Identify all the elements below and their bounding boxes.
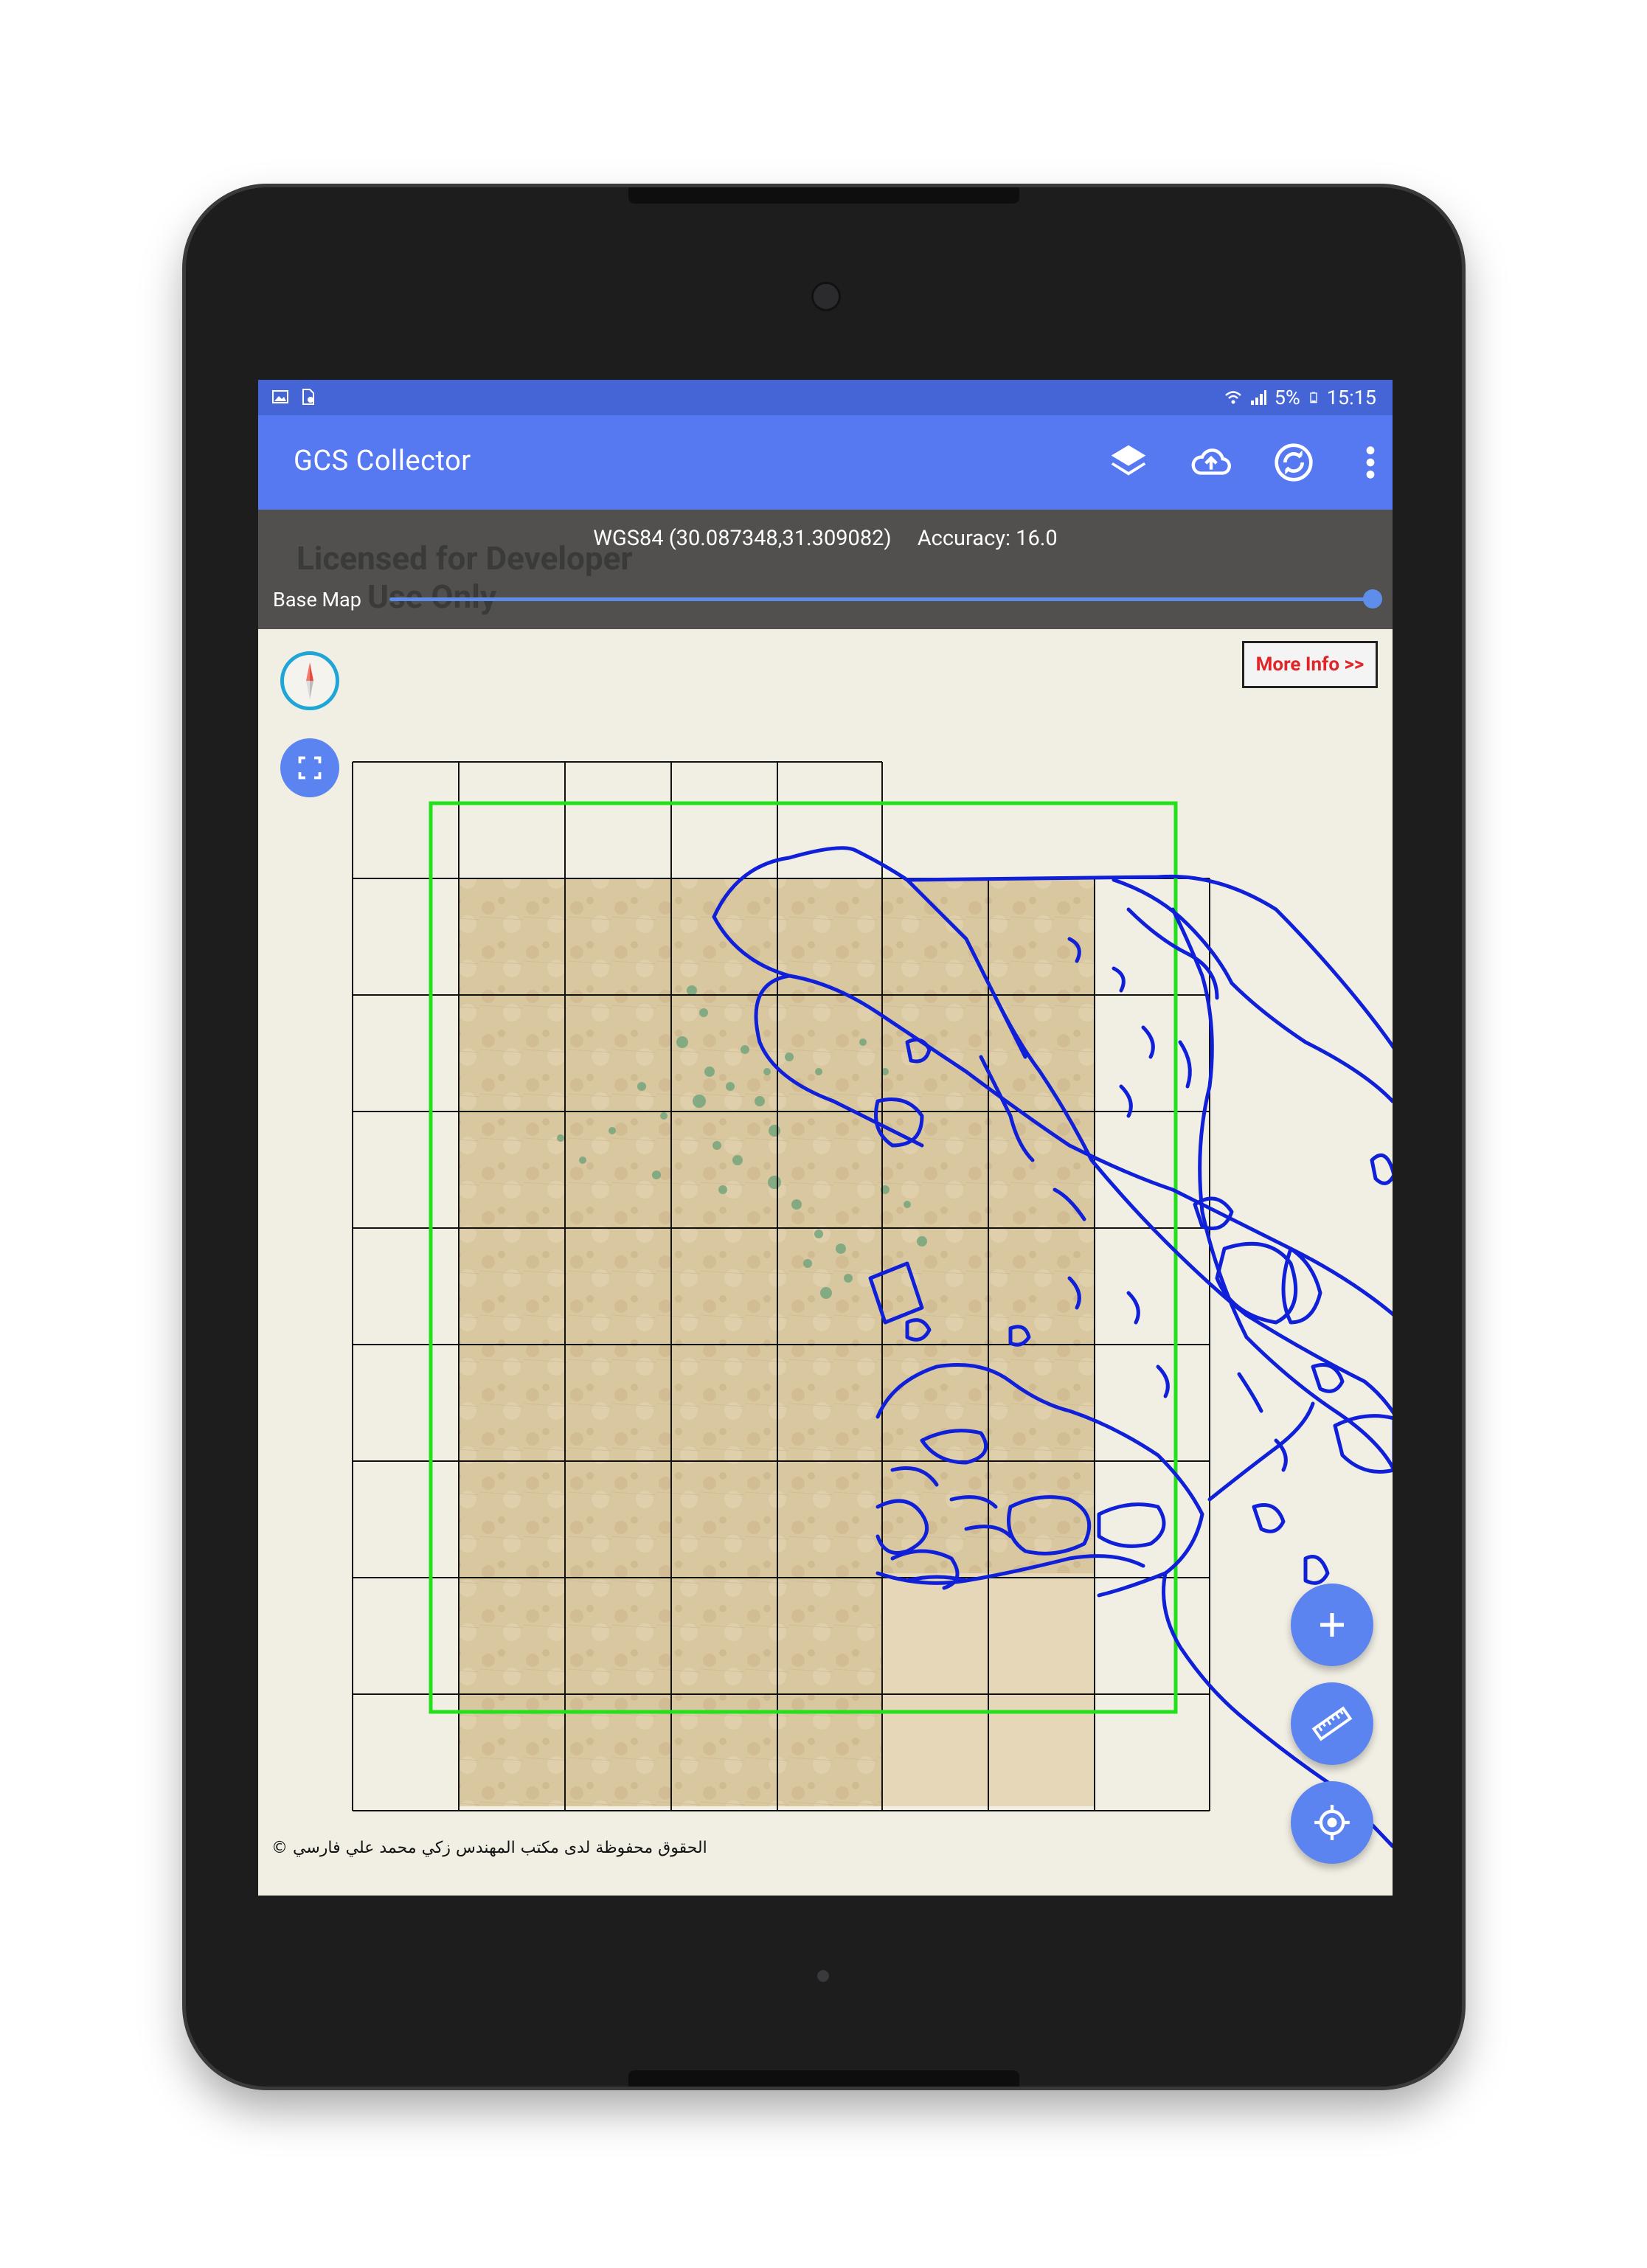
copyright-signature: © الحقوق محفوظة لدى مكتب المهندس زكي محم… [271,1839,707,1857]
app-bar: GCS Collector [258,415,1393,510]
add-feature-button[interactable] [1291,1584,1373,1666]
gps-accuracy: Accuracy: 16.0 [917,526,1058,551]
my-location-icon [1314,1805,1350,1840]
compass-button[interactable] [280,651,339,710]
sync-icon [1275,443,1313,482]
battery-percent: 5% [1274,386,1300,409]
signal-icon [1250,390,1266,405]
measure-button[interactable] [1291,1682,1373,1765]
app-title: GCS Collector [294,445,471,477]
clock: 15:15 [1326,386,1376,409]
measure-ruler-icon [1311,1706,1353,1741]
overflow-menu-button[interactable] [1344,436,1393,489]
basemap-label: Base Map [273,588,361,611]
battery-icon [1310,392,1317,403]
compass-icon [306,662,313,699]
cloud-upload-button[interactable] [1185,436,1238,489]
full-extent-icon [298,756,322,780]
gallery-icon [272,390,288,403]
add-icon [1320,1613,1344,1637]
more-info-button[interactable]: More Info >> [1242,641,1378,688]
device-screen: 5% 15:15 GCS Collector More Info >> © ال… [258,380,1393,1896]
layers-icon [1111,445,1146,476]
gps-info-panel: Licensed for Developer Use Only WGS84 (3… [258,510,1393,629]
my-location-button[interactable] [1291,1781,1373,1864]
map-canvas[interactable] [258,629,1393,1896]
basemap-opacity-slider[interactable] [389,597,1372,601]
status-bar: 5% 15:15 [258,380,1393,415]
front-camera [811,282,841,311]
document-settings-icon [302,389,314,405]
gps-coordinates: WGS84 (30.087348,31.309082) [593,526,892,551]
sync-button[interactable] [1267,436,1320,489]
map-view[interactable]: More Info >> © الحقوق محفوظة لدى مكتب ال… [258,629,1393,1896]
full-extent-button[interactable] [280,738,339,797]
layers-button[interactable] [1102,436,1155,489]
more-vert-icon [1366,446,1375,479]
basemap-opacity-thumb[interactable] [1363,589,1382,608]
home-sensor [817,1970,829,1982]
cloud-upload-icon [1191,448,1231,475]
tablet-bottom-edge [628,2070,1019,2087]
tablet-top-edge [628,187,1019,204]
wifi-icon [1224,391,1241,404]
gps-readout: WGS84 (30.087348,31.309082) Accuracy: 16… [258,526,1393,551]
